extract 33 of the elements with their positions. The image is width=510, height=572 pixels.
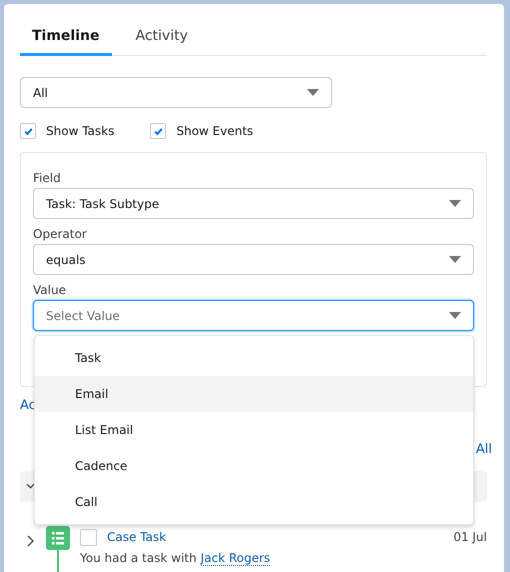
checkbox[interactable]: [20, 123, 36, 139]
task-title-link[interactable]: Case Task: [107, 530, 166, 544]
add-link[interactable]: Ac: [20, 398, 36, 413]
task-date: 01 Jul: [453, 530, 487, 544]
task-description: You had a task with: [80, 551, 197, 566]
menu-option[interactable]: Email: [35, 376, 473, 412]
field-label: Field: [33, 171, 62, 185]
tab[interactable]: Timeline: [20, 20, 112, 56]
check-icon: [22, 126, 34, 136]
chevron-right-icon[interactable]: [26, 535, 34, 547]
field-label: Operator: [33, 227, 88, 241]
contact-link[interactable]: Jack Rogers: [200, 551, 270, 566]
menu-option[interactable]: Task: [35, 340, 473, 376]
view-all-link[interactable]: All: [476, 442, 492, 457]
caret-icon: [307, 89, 319, 96]
checkbox-label: Show Tasks: [46, 124, 114, 138]
caret-icon: [449, 312, 461, 319]
checkbox[interactable]: [150, 123, 166, 139]
combobox[interactable]: Select Value: [33, 300, 474, 331]
combobox[interactable]: equals: [33, 244, 474, 275]
chevron-icon[interactable]: [26, 482, 35, 491]
menu-option[interactable]: Cadence: [35, 448, 473, 484]
caret-icon: [449, 256, 461, 263]
tab[interactable]: Activity: [124, 20, 200, 56]
menu-option[interactable]: List Email: [35, 412, 473, 448]
checkbox-label: Show Events: [176, 124, 254, 138]
task-checkbox[interactable]: [80, 528, 97, 546]
filter-select[interactable]: All: [20, 77, 332, 108]
field-label: Value: [33, 283, 67, 297]
combobox[interactable]: Task: Task Subtype: [33, 188, 474, 219]
check-icon: [152, 126, 164, 136]
caret-icon: [449, 200, 461, 207]
menu-option[interactable]: Call: [35, 484, 473, 520]
